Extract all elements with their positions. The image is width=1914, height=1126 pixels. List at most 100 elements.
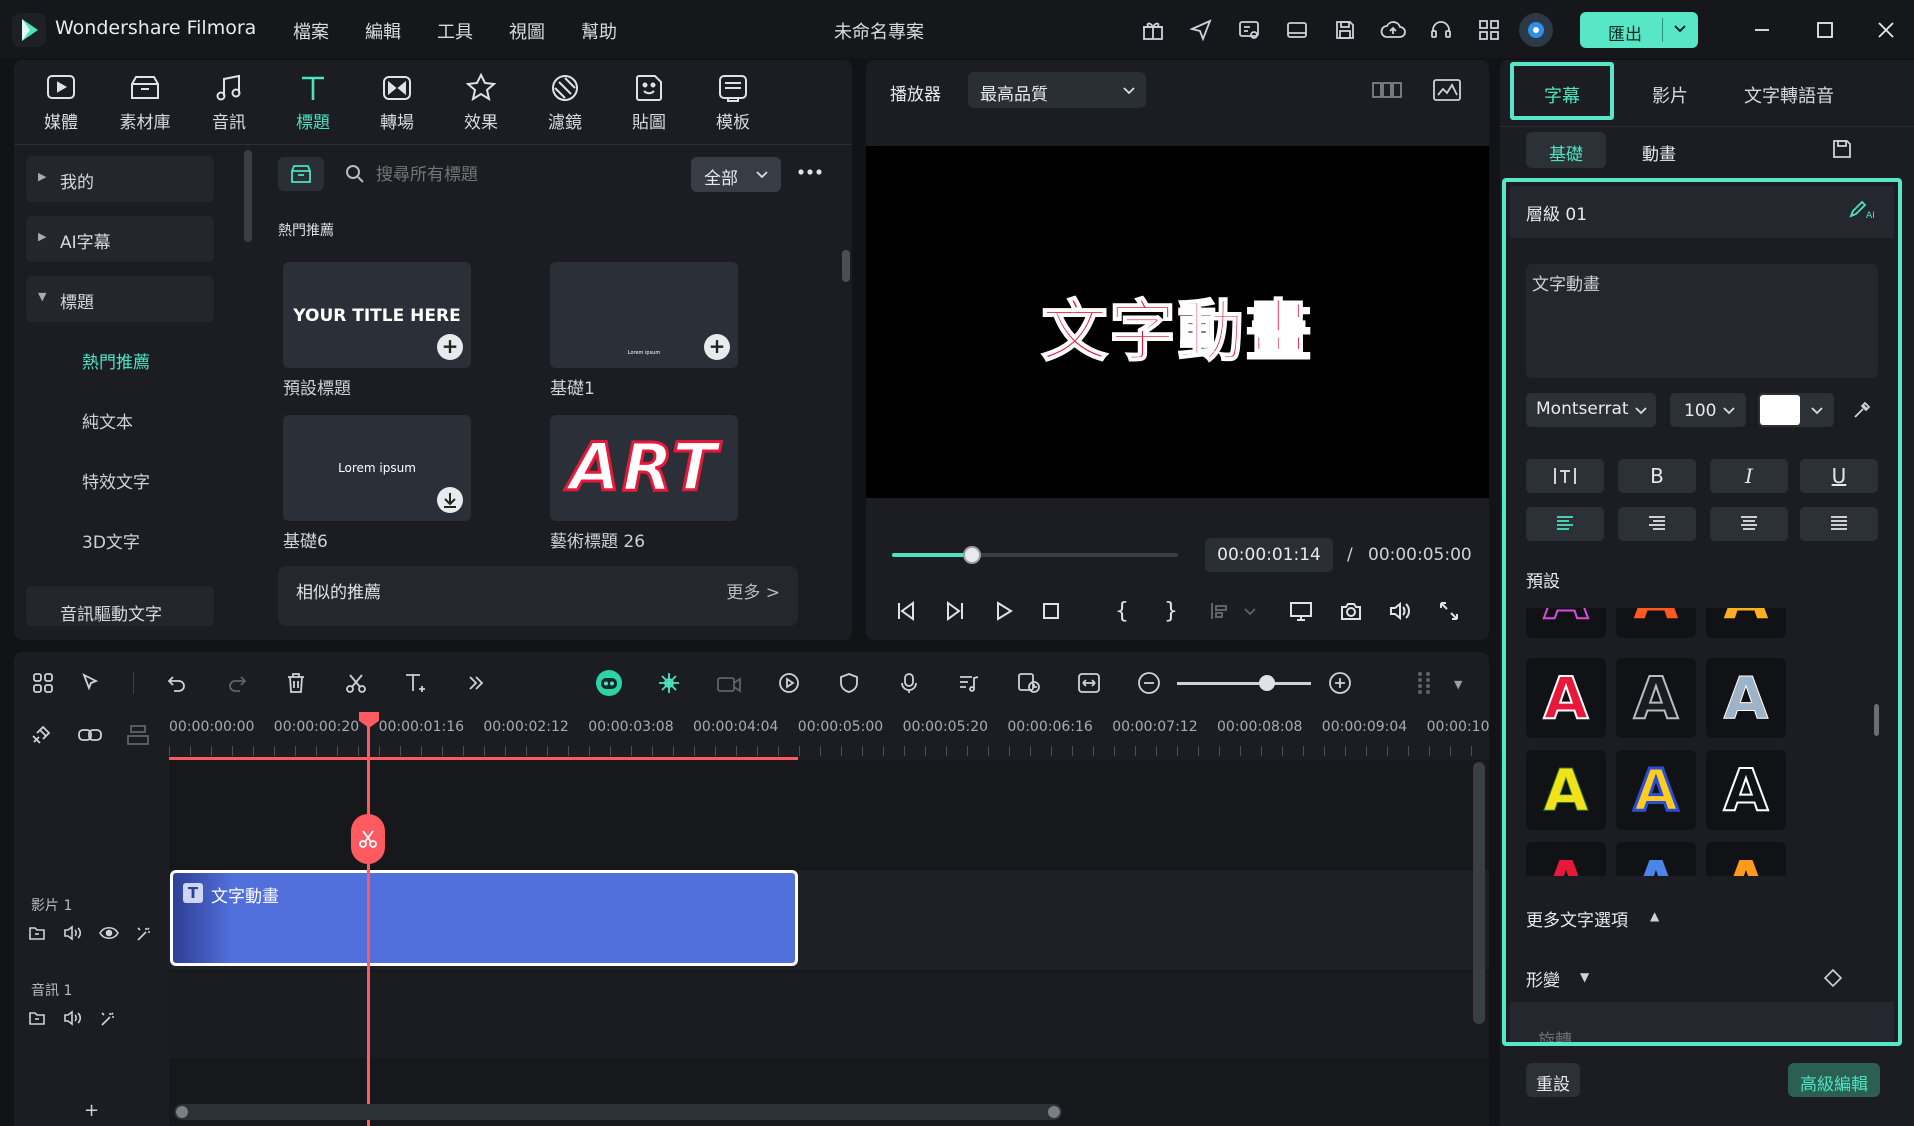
keyframe-icon[interactable] bbox=[1823, 968, 1843, 988]
zoom-slider[interactable] bbox=[1177, 682, 1311, 685]
text-input-area[interactable]: 文字動畫 bbox=[1526, 264, 1878, 378]
tool-title[interactable]: 標題 bbox=[277, 66, 349, 133]
link-icon[interactable] bbox=[77, 726, 103, 744]
font-size-dropdown[interactable]: 100 bbox=[1670, 393, 1746, 427]
text-clip[interactable]: T 文字動畫 bbox=[170, 870, 798, 966]
italic-button[interactable]: I bbox=[1710, 459, 1788, 493]
preset-tile[interactable]: A bbox=[1616, 842, 1696, 876]
snapshot-icon[interactable] bbox=[1336, 596, 1366, 626]
magic-wand-icon[interactable] bbox=[135, 925, 153, 943]
advanced-edit-button[interactable]: 高級編輯 bbox=[1788, 1063, 1880, 1097]
chevron-down-icon[interactable] bbox=[1672, 20, 1688, 36]
magnet-icon[interactable] bbox=[30, 724, 52, 746]
quality-dropdown[interactable]: 最高品質 bbox=[968, 72, 1146, 108]
preset-tile[interactable]: A bbox=[1706, 750, 1786, 830]
folder-icon[interactable] bbox=[28, 1010, 46, 1026]
eyedropper-icon[interactable] bbox=[1852, 400, 1872, 420]
category-my[interactable]: ▶ 我的 bbox=[26, 156, 214, 202]
preset-tile[interactable]: A bbox=[1706, 842, 1786, 876]
tool-media[interactable]: 媒體 bbox=[25, 66, 97, 133]
sidebar-item-hot[interactable]: 熱門推薦 bbox=[82, 348, 150, 373]
more-text-options[interactable]: 更多文字選項 bbox=[1526, 906, 1628, 931]
subtab-basic[interactable]: 基礎 bbox=[1526, 132, 1606, 168]
preset-tile[interactable]: A bbox=[1616, 750, 1696, 830]
gift-icon[interactable] bbox=[1139, 16, 1167, 44]
grid-view-icon[interactable] bbox=[1372, 78, 1402, 102]
tab-caption[interactable]: 字幕 bbox=[1510, 62, 1614, 120]
chevron-down-icon[interactable] bbox=[1240, 596, 1260, 626]
title-card-basic1[interactable]: Lorem ipsum + bbox=[550, 262, 738, 368]
align-justify-button[interactable] bbox=[1800, 507, 1878, 541]
menu-view[interactable]: 視圖 bbox=[509, 18, 545, 44]
display-icon[interactable] bbox=[1286, 596, 1316, 626]
sidebar-scrollbar[interactable] bbox=[244, 150, 252, 242]
tool-transition[interactable]: 轉場 bbox=[361, 66, 433, 133]
more-options-icon[interactable] bbox=[797, 168, 823, 176]
split-icon[interactable] bbox=[341, 668, 371, 698]
store-button[interactable] bbox=[278, 157, 324, 191]
align-center-button[interactable] bbox=[1710, 507, 1788, 541]
select-tool-icon[interactable] bbox=[76, 668, 106, 698]
close-icon[interactable] bbox=[1870, 14, 1902, 46]
split-at-playhead-button[interactable] bbox=[351, 814, 385, 864]
mark-in-icon[interactable]: { bbox=[1107, 596, 1137, 626]
ai-assistant-icon[interactable] bbox=[594, 668, 624, 698]
mark-out-icon[interactable]: } bbox=[1156, 596, 1186, 626]
transform-label[interactable]: 形變 bbox=[1526, 966, 1560, 991]
current-time[interactable]: 00:00:01:14 bbox=[1205, 538, 1333, 572]
avatar[interactable] bbox=[1519, 13, 1553, 47]
eye-icon[interactable] bbox=[99, 926, 119, 940]
bold-button[interactable]: B bbox=[1618, 459, 1696, 493]
auto-sync-icon[interactable] bbox=[1014, 668, 1044, 698]
preset-tile[interactable]: A bbox=[1706, 658, 1786, 738]
filter-dropdown[interactable]: 全部 bbox=[691, 157, 781, 192]
smart-detect-icon[interactable] bbox=[654, 668, 684, 698]
fullscreen-icon[interactable] bbox=[1434, 596, 1464, 626]
title-card-art26[interactable]: ART bbox=[550, 415, 738, 521]
preset-tile[interactable]: A bbox=[1616, 608, 1696, 638]
feedback-icon[interactable] bbox=[1235, 16, 1263, 44]
volume-icon[interactable] bbox=[63, 925, 83, 941]
zoom-handle[interactable] bbox=[1259, 675, 1275, 691]
char-spacing-button[interactable] bbox=[1526, 459, 1604, 493]
preset-tile[interactable]: A bbox=[1526, 842, 1606, 876]
playhead-line[interactable] bbox=[367, 724, 370, 1126]
tool-effects[interactable]: 效果 bbox=[445, 66, 517, 133]
preset-tile[interactable]: A bbox=[1526, 608, 1606, 638]
next-frame-icon[interactable] bbox=[940, 596, 970, 626]
microphone-icon[interactable] bbox=[894, 668, 924, 698]
folder-icon[interactable] bbox=[28, 925, 46, 941]
more-link[interactable]: 更多 > bbox=[726, 578, 780, 603]
insert-icon[interactable] bbox=[1204, 596, 1234, 626]
title-card-basic6[interactable]: Lorem ipsum bbox=[283, 415, 471, 521]
stop-icon[interactable] bbox=[1036, 596, 1066, 626]
scopes-icon[interactable] bbox=[1433, 78, 1461, 102]
library-scrollbar[interactable] bbox=[842, 250, 850, 282]
fit-timeline-icon[interactable] bbox=[1074, 668, 1104, 698]
zoom-in-icon[interactable] bbox=[1325, 668, 1355, 698]
ai-edit-icon[interactable]: AI bbox=[1848, 198, 1876, 220]
caret-down-icon[interactable]: ▼ bbox=[1580, 970, 1589, 984]
title-card-default[interactable]: YOUR TITLE HERE + bbox=[283, 262, 471, 368]
delete-icon[interactable] bbox=[281, 668, 311, 698]
preset-tile[interactable]: A bbox=[1526, 658, 1606, 738]
track-options-icon[interactable] bbox=[1410, 668, 1440, 698]
export-button[interactable]: 匯出 bbox=[1580, 12, 1698, 48]
undo-icon[interactable] bbox=[162, 668, 192, 698]
prev-frame-icon[interactable] bbox=[891, 596, 921, 626]
reset-button[interactable]: 重設 bbox=[1526, 1063, 1580, 1097]
menu-tools[interactable]: 工具 bbox=[437, 18, 473, 44]
tool-sticker[interactable]: 貼圖 bbox=[613, 66, 685, 133]
underline-button[interactable]: U bbox=[1800, 459, 1878, 493]
timeline-vscrollbar[interactable] bbox=[1473, 762, 1485, 1024]
audio-list-icon[interactable] bbox=[954, 668, 984, 698]
shield-icon[interactable] bbox=[834, 668, 864, 698]
subtab-animation[interactable]: 動畫 bbox=[1642, 140, 1676, 165]
zoom-out-icon[interactable] bbox=[1134, 668, 1164, 698]
color-picker[interactable] bbox=[1758, 393, 1834, 427]
sidebar-item-plain-text[interactable]: 純文本 bbox=[82, 408, 133, 433]
add-icon[interactable]: + bbox=[704, 334, 730, 360]
text-tool-icon[interactable] bbox=[401, 668, 431, 698]
add-icon[interactable]: + bbox=[437, 334, 463, 360]
tool-template[interactable]: 模板 bbox=[697, 66, 769, 133]
